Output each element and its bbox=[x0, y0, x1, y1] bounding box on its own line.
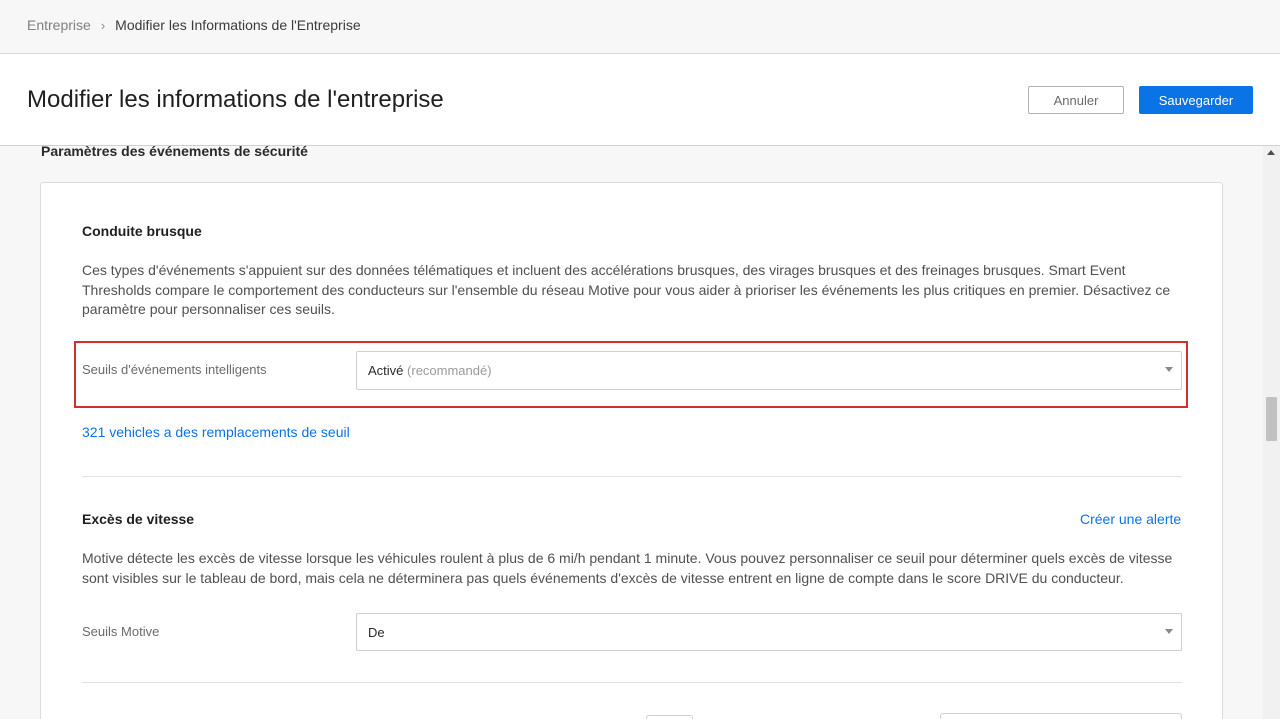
section-divider bbox=[82, 476, 1182, 477]
smart-thresholds-select[interactable]: Activé (recommandé) bbox=[356, 351, 1182, 390]
motive-thresholds-value: De bbox=[368, 625, 385, 640]
harsh-driving-title: Conduite brusque bbox=[82, 223, 202, 239]
scroll-up-icon[interactable] bbox=[1267, 150, 1275, 155]
page-title: Modifier les informations de l'entrepris… bbox=[27, 86, 444, 113]
breadcrumb-link-entreprise[interactable]: Entreprise bbox=[27, 17, 91, 33]
chevron-down-icon bbox=[1165, 629, 1173, 634]
harsh-driving-description: Ces types d'événements s'appuient sur de… bbox=[82, 262, 1171, 317]
chevron-down-icon bbox=[1165, 367, 1173, 372]
save-button[interactable]: Sauvegarder bbox=[1139, 86, 1253, 114]
partial-select[interactable] bbox=[940, 713, 1182, 719]
scrollbar-thumb[interactable] bbox=[1266, 397, 1277, 441]
breadcrumb-current: Modifier les Informations de l'Entrepris… bbox=[115, 17, 361, 33]
section-divider bbox=[82, 682, 1182, 683]
select-value-text: Activé bbox=[368, 363, 404, 378]
speeding-description: Motive détecte les excès de vitesse lors… bbox=[82, 550, 1173, 586]
section-title: Paramètres des événements de sécurité bbox=[41, 143, 308, 159]
motive-thresholds-label: Seuils Motive bbox=[82, 624, 160, 639]
create-alert-link[interactable]: Créer une alerte bbox=[1080, 511, 1181, 527]
threshold-overrides-link[interactable]: 321 vehicles a des remplacements de seui… bbox=[82, 424, 350, 440]
speeding-title: Excès de vitesse bbox=[82, 511, 195, 527]
breadcrumb-separator-icon: › bbox=[100, 17, 106, 33]
cancel-button[interactable]: Annuler bbox=[1028, 86, 1124, 114]
partial-input[interactable] bbox=[646, 715, 693, 719]
select-value-hint: (recommandé) bbox=[407, 363, 492, 378]
breadcrumb: Entreprise › Modifier les Informations d… bbox=[27, 17, 361, 33]
motive-thresholds-select[interactable]: De bbox=[356, 613, 1182, 651]
scrollbar[interactable] bbox=[1263, 146, 1280, 719]
page-header: Modifier les informations de l'entrepris… bbox=[0, 54, 1280, 146]
breadcrumb-bar: Entreprise › Modifier les Informations d… bbox=[0, 0, 1280, 54]
smart-thresholds-label: Seuils d'événements intelligents bbox=[82, 362, 267, 377]
smart-thresholds-value: Activé (recommandé) bbox=[368, 363, 492, 378]
